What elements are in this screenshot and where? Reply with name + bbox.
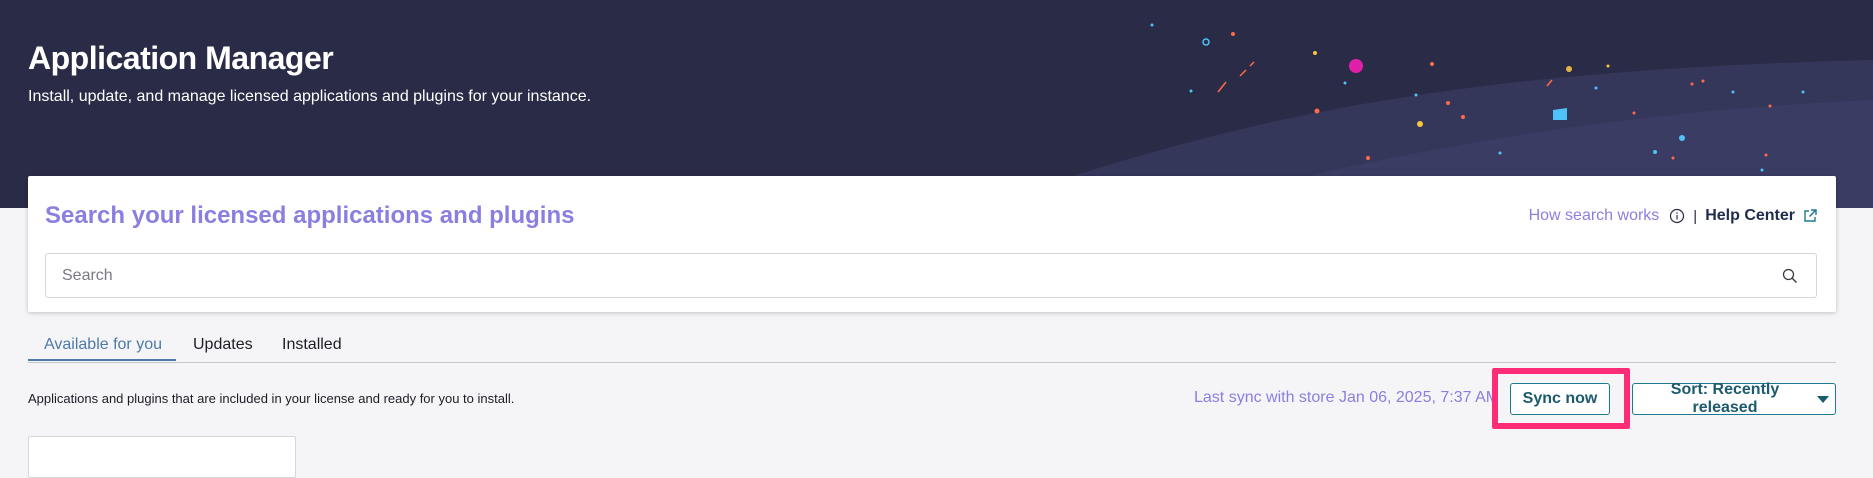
- sort-label: Sort: Recently released: [1670, 381, 1780, 416]
- caret-down-icon: [1817, 395, 1829, 403]
- last-sync-status: Last sync with store Jan 06, 2025, 7:37 …: [1194, 389, 1500, 406]
- link-separator: |: [1693, 207, 1698, 225]
- help-links: How search works | Help Center: [1529, 207, 1818, 225]
- tab-bar: Available for you Updates Installed: [28, 334, 1836, 363]
- search-input[interactable]: [46, 254, 1746, 297]
- info-icon[interactable]: [1669, 208, 1685, 224]
- active-tab-indicator: [28, 359, 176, 361]
- page-subtitle: Install, update, and manage licensed app…: [28, 88, 592, 105]
- sync-now-button[interactable]: Sync now: [1510, 383, 1610, 415]
- help-center-link[interactable]: Help Center: [1705, 207, 1795, 225]
- search-card: Search your licensed applications and pl…: [28, 176, 1836, 312]
- search-heading: Search your licensed applications and pl…: [45, 202, 575, 229]
- how-search-works-link[interactable]: How search works: [1529, 207, 1660, 225]
- tab-available-for-you[interactable]: Available for you: [44, 336, 162, 354]
- page-title: Application Manager: [28, 40, 334, 76]
- tab-description: Applications and plugins that are includ…: [28, 391, 515, 406]
- search-field[interactable]: [45, 253, 1817, 298]
- tab-updates[interactable]: Updates: [193, 336, 253, 354]
- external-link-icon[interactable]: [1802, 208, 1818, 224]
- app-card[interactable]: [28, 436, 296, 478]
- sort-dropdown-button[interactable]: Sort: Recently released: [1632, 381, 1836, 416]
- search-icon[interactable]: [1782, 268, 1798, 284]
- tab-installed[interactable]: Installed: [282, 336, 342, 354]
